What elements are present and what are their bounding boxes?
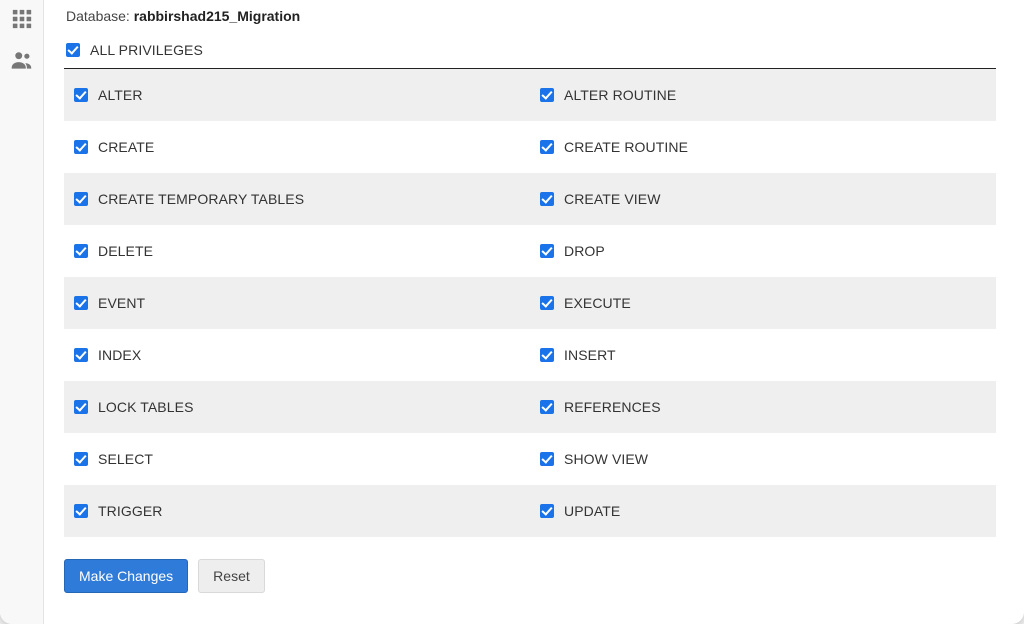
all-privileges-row: ALL PRIVILEGES bbox=[64, 38, 996, 69]
privilege-row: SELECT SHOW VIEW bbox=[64, 433, 996, 485]
privilege-label: INSERT bbox=[564, 347, 616, 363]
reset-button[interactable]: Reset bbox=[198, 559, 265, 593]
privilege-checkbox[interactable] bbox=[540, 140, 554, 154]
privilege-cell: INDEX bbox=[64, 347, 530, 363]
privilege-checkbox[interactable] bbox=[74, 140, 88, 154]
sidebar bbox=[0, 0, 44, 624]
users-icon[interactable] bbox=[9, 47, 35, 76]
privilege-label: SHOW VIEW bbox=[564, 451, 648, 467]
database-header: Database: rabbirshad215_Migration bbox=[66, 8, 996, 24]
privilege-cell: DROP bbox=[530, 243, 996, 259]
privilege-label: CREATE VIEW bbox=[564, 191, 661, 207]
privilege-checkbox[interactable] bbox=[540, 296, 554, 310]
privilege-row: TRIGGER UPDATE bbox=[64, 485, 996, 537]
privilege-checkbox[interactable] bbox=[74, 88, 88, 102]
privilege-row: CREATE CREATE ROUTINE bbox=[64, 121, 996, 173]
database-label: Database: bbox=[66, 8, 134, 24]
privilege-label: LOCK TABLES bbox=[98, 399, 194, 415]
main-content: Database: rabbirshad215_Migration ALL PR… bbox=[44, 0, 1024, 624]
privilege-checkbox[interactable] bbox=[74, 452, 88, 466]
privilege-row: ALTER ALTER ROUTINE bbox=[64, 69, 996, 121]
privilege-checkbox[interactable] bbox=[74, 348, 88, 362]
privilege-checkbox[interactable] bbox=[74, 504, 88, 518]
privilege-label: CREATE TEMPORARY TABLES bbox=[98, 191, 304, 207]
privilege-label: INDEX bbox=[98, 347, 141, 363]
database-name: rabbirshad215_Migration bbox=[134, 8, 301, 24]
privilege-checkbox[interactable] bbox=[540, 452, 554, 466]
privilege-label: ALTER ROUTINE bbox=[564, 87, 676, 103]
privilege-cell: LOCK TABLES bbox=[64, 399, 530, 415]
privilege-checkbox[interactable] bbox=[540, 400, 554, 414]
privilege-checkbox[interactable] bbox=[540, 244, 554, 258]
privilege-cell: ALTER bbox=[64, 87, 530, 103]
privilege-row: CREATE TEMPORARY TABLES CREATE VIEW bbox=[64, 173, 996, 225]
privilege-cell: ALTER ROUTINE bbox=[530, 87, 996, 103]
privilege-cell: UPDATE bbox=[530, 503, 996, 519]
privilege-checkbox[interactable] bbox=[74, 244, 88, 258]
privilege-label: DELETE bbox=[98, 243, 153, 259]
privilege-label: EVENT bbox=[98, 295, 145, 311]
privilege-cell: CREATE bbox=[64, 139, 530, 155]
privilege-cell: CREATE VIEW bbox=[530, 191, 996, 207]
privilege-cell: DELETE bbox=[64, 243, 530, 259]
privilege-cell: SELECT bbox=[64, 451, 530, 467]
privilege-label: CREATE bbox=[98, 139, 154, 155]
privilege-label: ALTER bbox=[98, 87, 143, 103]
all-privileges-label: ALL PRIVILEGES bbox=[90, 42, 203, 58]
privilege-checkbox[interactable] bbox=[540, 192, 554, 206]
privilege-checkbox[interactable] bbox=[540, 348, 554, 362]
privilege-row: EVENT EXECUTE bbox=[64, 277, 996, 329]
privilege-checkbox[interactable] bbox=[74, 296, 88, 310]
privilege-label: SELECT bbox=[98, 451, 153, 467]
privilege-cell: INSERT bbox=[530, 347, 996, 363]
privilege-row: DELETE DROP bbox=[64, 225, 996, 277]
privilege-cell: SHOW VIEW bbox=[530, 451, 996, 467]
privilege-cell: REFERENCES bbox=[530, 399, 996, 415]
privilege-checkbox[interactable] bbox=[74, 400, 88, 414]
privilege-cell: EVENT bbox=[64, 295, 530, 311]
all-privileges-checkbox[interactable] bbox=[66, 43, 80, 57]
privilege-row: INDEX INSERT bbox=[64, 329, 996, 381]
privilege-label: DROP bbox=[564, 243, 605, 259]
privilege-cell: EXECUTE bbox=[530, 295, 996, 311]
privilege-cell: TRIGGER bbox=[64, 503, 530, 519]
privilege-label: REFERENCES bbox=[564, 399, 661, 415]
grid-icon[interactable] bbox=[11, 8, 33, 33]
privileges-table: ALTERALTER ROUTINECREATECREATE ROUTINECR… bbox=[64, 69, 996, 537]
privilege-label: EXECUTE bbox=[564, 295, 631, 311]
privilege-cell: CREATE TEMPORARY TABLES bbox=[64, 191, 530, 207]
privilege-row: LOCK TABLES REFERENCES bbox=[64, 381, 996, 433]
privilege-label: UPDATE bbox=[564, 503, 620, 519]
privilege-label: TRIGGER bbox=[98, 503, 162, 519]
app-window: Database: rabbirshad215_Migration ALL PR… bbox=[0, 0, 1024, 624]
privilege-checkbox[interactable] bbox=[540, 504, 554, 518]
privilege-checkbox[interactable] bbox=[74, 192, 88, 206]
privilege-cell: CREATE ROUTINE bbox=[530, 139, 996, 155]
make-changes-button[interactable]: Make Changes bbox=[64, 559, 188, 593]
privilege-label: CREATE ROUTINE bbox=[564, 139, 688, 155]
action-bar: Make Changes Reset bbox=[64, 559, 996, 593]
privilege-checkbox[interactable] bbox=[540, 88, 554, 102]
